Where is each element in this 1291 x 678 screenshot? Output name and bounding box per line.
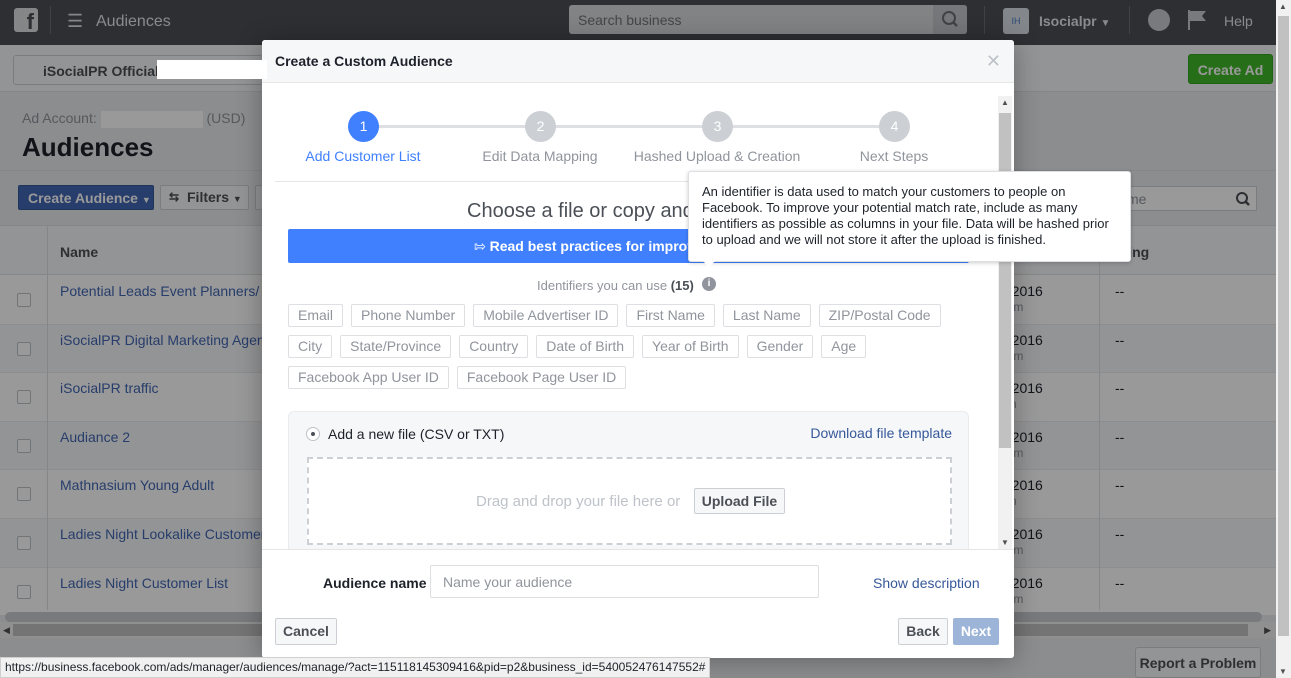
upload-file-button[interactable]: Upload File: [694, 488, 785, 514]
create-custom-audience-dialog: Create a Custom Audience ✕ 1 Add Customer…: [262, 40, 1014, 658]
dialog-scrollbar[interactable]: ▲ ▼: [998, 96, 1012, 549]
chip-row: Facebook App User ID Facebook Page User I…: [288, 366, 978, 389]
identifier-chip: Phone Number: [351, 304, 466, 327]
stepper-line: [363, 125, 894, 128]
step-2-label: Edit Data Mapping: [482, 148, 598, 164]
choose-file-heading: Choose a file or copy and: [467, 200, 694, 222]
scroll-up-icon[interactable]: ▲: [1001, 98, 1009, 107]
scroll-up-icon[interactable]: ▲: [1279, 2, 1287, 11]
back-button[interactable]: Back: [898, 618, 948, 645]
identifier-chip: Year of Birth: [642, 335, 739, 358]
identifier-chip: Age: [821, 335, 867, 358]
next-button[interactable]: Next: [953, 618, 999, 645]
info-icon[interactable]: i: [702, 277, 716, 291]
file-dropzone[interactable]: Drag and drop your file here or Upload F…: [307, 457, 952, 545]
identifier-chip: First Name: [626, 304, 715, 327]
divider: [262, 549, 1014, 550]
identifier-chip: Last Name: [722, 304, 811, 327]
cancel-button[interactable]: Cancel: [275, 618, 337, 645]
identifier-chip: Gender: [746, 335, 814, 358]
audience-name-input[interactable]: [430, 565, 819, 598]
external-link-icon: ⇰: [474, 238, 486, 254]
scroll-down-icon[interactable]: ▼: [1279, 667, 1287, 676]
identifier-chip: Country: [459, 335, 529, 358]
chip-row: Email Phone Number Mobile Advertiser ID Fir…: [288, 304, 978, 327]
audience-name-label: Audience name: [323, 575, 427, 591]
step-2-indicator: 2: [525, 111, 556, 142]
best-practices-label: Read best practices for improvin: [489, 238, 708, 254]
dropzone-text: Drag and drop your file here or: [476, 493, 681, 510]
identifier-tooltip: An identifier is data used to match your…: [688, 171, 1131, 262]
step-4-label: Next Steps: [859, 148, 929, 164]
identifier-chip: Mobile Advertiser ID: [473, 304, 619, 327]
add-file-label[interactable]: Add a new file (CSV or TXT): [328, 426, 504, 442]
close-icon[interactable]: ✕: [986, 51, 1001, 72]
show-description-link[interactable]: Show description: [873, 575, 980, 591]
identifier-chip: City: [288, 335, 333, 358]
step-1-indicator: 1: [348, 111, 379, 142]
step-3-label: Hashed Upload & Creation: [633, 148, 801, 164]
identifier-chip: Email: [288, 304, 344, 327]
browser-vertical-scrollbar[interactable]: ▲ ▼: [1276, 0, 1291, 678]
redacted-area: [157, 60, 267, 79]
dialog-header: Create a Custom Audience ✕: [262, 40, 1014, 83]
chip-row: City State/Province Country Date of Birth Ye…: [288, 335, 978, 358]
dialog-body: 1 Add Customer List 2 Edit Data Mapping 3 Has…: [262, 84, 1014, 549]
browser-status-bar: https://business.facebook.com/ads/manage…: [0, 657, 711, 678]
add-new-file-radio[interactable]: [306, 427, 320, 441]
step-3-indicator: 3: [702, 111, 733, 142]
dialog-title: Create a Custom Audience: [275, 53, 453, 69]
identifier-chip: Date of Birth: [536, 335, 635, 358]
identifier-chip: State/Province: [340, 335, 452, 358]
scrollbar-thumb[interactable]: [999, 113, 1011, 448]
download-template-link[interactable]: Download file template: [810, 425, 952, 441]
step-1-label: Add Customer List: [305, 148, 421, 164]
scroll-down-icon[interactable]: ▼: [1001, 538, 1009, 547]
tooltip-arrow: [703, 261, 715, 267]
add-file-section: Add a new file (CSV or TXT) Download fil…: [288, 411, 969, 549]
step-4-indicator: 4: [879, 111, 910, 142]
identifiers-label: Identifiers you can use (15): [537, 278, 694, 293]
identifier-chip: Facebook Page User ID: [456, 366, 627, 389]
scrollbar-thumb[interactable]: [1278, 16, 1289, 636]
identifier-chip: ZIP/Postal Code: [818, 304, 941, 327]
identifiers-label-text: Identifiers you can use: [537, 278, 668, 293]
identifier-chip: Facebook App User ID: [288, 366, 449, 389]
identifiers-count: (15): [670, 278, 694, 293]
identifier-chips: Email Phone Number Mobile Advertiser ID Fir…: [288, 304, 978, 397]
